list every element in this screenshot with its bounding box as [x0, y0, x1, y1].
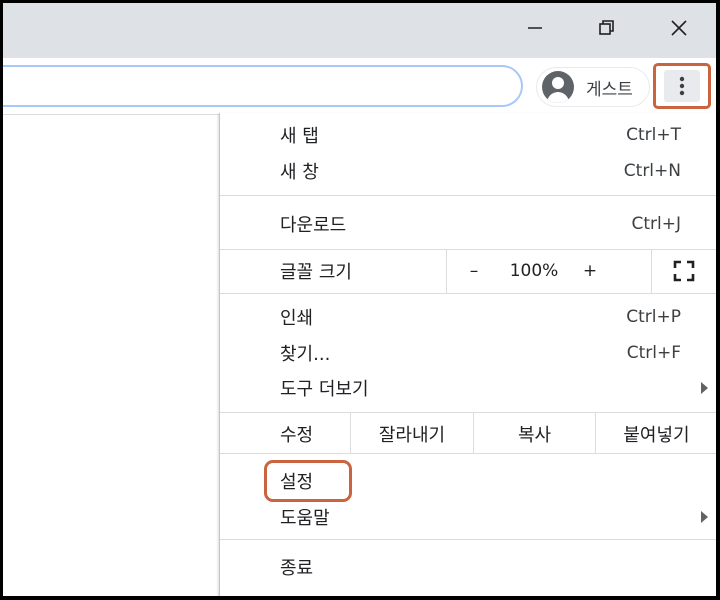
menu-item-label: 새 탭	[280, 126, 319, 147]
minimize-button[interactable]	[505, 3, 565, 53]
profile-button[interactable]: 게스트	[536, 67, 650, 107]
zoom-level: 100%	[509, 261, 559, 281]
menu-item-label: 인쇄	[280, 308, 314, 329]
menu-divider	[220, 293, 716, 294]
browser-window: 게스트 새 탭 Ctrl+T 새 창 Ctrl+N 다운로드 Ctrl+J 글꼴…	[3, 3, 716, 596]
menu-item-help[interactable]: 도움말	[220, 499, 716, 535]
menu-divider	[220, 539, 716, 540]
paste-button[interactable]: 붙여넣기	[596, 415, 716, 453]
zoom-in-button[interactable]: +	[574, 253, 606, 289]
menu-divider	[220, 412, 716, 413]
menu-item-label: 도움말	[280, 508, 330, 529]
menu-item-shortcut: Ctrl+N	[623, 161, 681, 181]
menu-item-more-tools[interactable]: 도구 더보기	[220, 370, 716, 406]
more-vert-icon	[679, 76, 685, 96]
menu-item-label: 종료	[280, 558, 314, 579]
menu-item-print[interactable]: 인쇄 Ctrl+P	[220, 299, 716, 335]
menu-item-label: 수정	[280, 425, 314, 446]
menu-divider	[220, 195, 716, 196]
menu-divider	[220, 249, 716, 250]
cut-button[interactable]: 잘라내기	[351, 415, 473, 453]
menu-item-find[interactable]: 찾기... Ctrl+F	[220, 335, 716, 371]
restore-icon	[599, 20, 614, 35]
menu-item-label: 글꼴 크기	[280, 262, 352, 283]
chevron-right-icon	[701, 382, 708, 394]
menu-item-shortcut: Ctrl+J	[631, 214, 681, 234]
fullscreen-button[interactable]	[651, 253, 716, 289]
menu-item-downloads[interactable]: 다운로드 Ctrl+J	[220, 206, 716, 242]
menu-item-label: 도구 더보기	[280, 379, 369, 400]
close-window-button[interactable]	[649, 3, 709, 53]
profile-label: 게스트	[586, 79, 633, 100]
chevron-right-icon	[701, 511, 708, 523]
menu-item-shortcut: Ctrl+F	[626, 343, 681, 363]
close-icon	[671, 20, 687, 36]
fullscreen-icon	[673, 260, 695, 282]
menu-item-label: 새 창	[280, 162, 319, 183]
chrome-menu: 새 탭 Ctrl+T 새 창 Ctrl+N 다운로드 Ctrl+J 글꼴 크기 …	[219, 113, 716, 596]
menu-divider	[220, 453, 716, 454]
address-bar[interactable]	[3, 65, 523, 107]
settings-highlight-box	[264, 460, 352, 502]
menu-item-exit[interactable]: 종료	[220, 549, 716, 585]
menu-item-new-window[interactable]: 새 창 Ctrl+N	[220, 153, 716, 189]
menu-divider	[446, 249, 447, 293]
toolbar: 게스트	[3, 58, 716, 115]
menu-item-shortcut: Ctrl+P	[626, 307, 681, 327]
copy-button[interactable]: 복사	[474, 415, 595, 453]
minimize-icon	[528, 27, 542, 29]
zoom-out-button[interactable]: –	[454, 253, 494, 289]
menu-item-shortcut: Ctrl+T	[626, 125, 681, 145]
menu-item-new-tab[interactable]: 새 탭 Ctrl+T	[220, 117, 716, 153]
avatar-icon	[542, 71, 574, 103]
title-bar	[3, 3, 716, 58]
menu-item-label: 찾기...	[280, 344, 331, 365]
menu-item-label: 다운로드	[280, 215, 347, 236]
restore-button[interactable]	[577, 3, 637, 53]
menu-button[interactable]	[653, 63, 711, 109]
